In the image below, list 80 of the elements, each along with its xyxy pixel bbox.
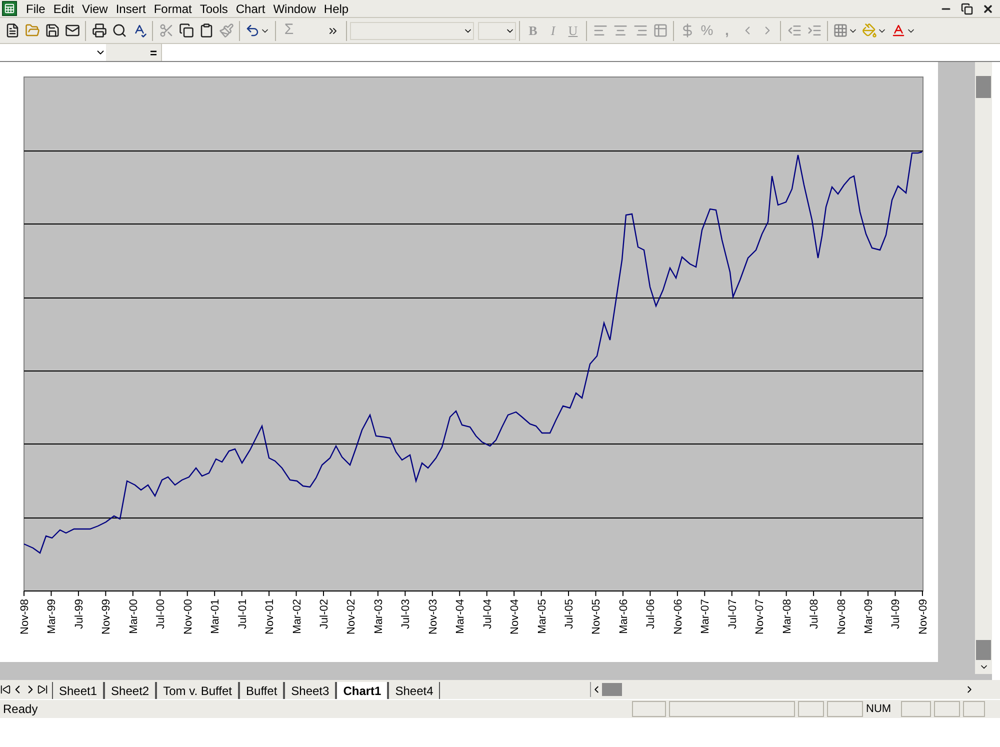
axis-label: Mar-02	[291, 599, 304, 634]
status-pane	[798, 701, 824, 717]
axis-label: Nov-06	[672, 599, 684, 634]
menu-item[interactable]: Tools	[196, 0, 232, 18]
menu-item[interactable]: Help	[320, 0, 353, 18]
status-pane	[827, 701, 863, 717]
menu-item[interactable]: Window	[269, 0, 320, 18]
fill-color-icon[interactable]	[862, 23, 877, 38]
sheet-tab[interactable]: Chart1	[336, 682, 388, 699]
menu-item[interactable]: File	[22, 0, 50, 18]
scroll-thumb[interactable]	[976, 76, 991, 98]
font-color-icon[interactable]	[891, 23, 906, 38]
menu-item[interactable]: View	[78, 0, 112, 18]
axis-label: Jul-09	[890, 599, 902, 629]
status-pane	[963, 701, 985, 717]
axis-label: Jul-04	[482, 599, 494, 629]
sheet-tab[interactable]: Tom v. Buffet	[156, 682, 240, 699]
formula-equals-sign: =	[150, 44, 157, 62]
menu-item[interactable]: Edit	[49, 0, 78, 18]
axis-label: Mar-99	[46, 599, 58, 634]
axis-label: Jul-06	[645, 599, 658, 629]
axis-label: Jul-99	[73, 599, 86, 629]
sheet-tab[interactable]: Sheet4	[388, 682, 440, 699]
axis-label: Nov-02	[346, 599, 358, 634]
paste-icon[interactable]	[198, 23, 214, 38]
copy-icon[interactable]	[178, 23, 194, 38]
restore-icon[interactable]	[961, 2, 973, 14]
axis-label: Nov-00	[182, 599, 194, 634]
folder-icon[interactable]	[24, 23, 40, 38]
vertical-scrollbar[interactable]	[975, 62, 992, 674]
axis-label: Nov-98	[19, 599, 31, 634]
axis-label: Nov-09	[917, 599, 930, 634]
axis-label: Mar-01	[210, 599, 222, 634]
axis-label: Mar-08	[781, 599, 794, 634]
axis-label: Jul-01	[236, 599, 249, 629]
undo-icon[interactable]	[245, 23, 260, 38]
num-lock-indicator: NUM	[866, 702, 892, 717]
axis-label: Nov-03	[427, 599, 440, 634]
menu-item[interactable]: Insert	[112, 0, 150, 18]
scroll-thumb[interactable]	[976, 640, 991, 660]
merge-cells-icon[interactable]	[652, 23, 668, 38]
axis-label: Nov-04	[509, 599, 522, 634]
axis-label: Mar-06	[618, 599, 630, 634]
axis-label: Jul-03	[400, 599, 412, 629]
axis-label: Jul-07	[726, 599, 739, 629]
axis-label: Nov-07	[754, 599, 766, 634]
menu-item[interactable]: Format	[150, 0, 196, 18]
axis-label: Jul-05	[564, 599, 576, 629]
print-icon[interactable]	[92, 23, 106, 38]
axis-label: Mar-03	[372, 599, 385, 634]
print-preview-icon[interactable]	[112, 23, 126, 38]
axis-label: Jul-02	[318, 599, 330, 629]
new-document-icon[interactable]	[4, 23, 20, 38]
axis-label: Nov-01	[264, 599, 276, 634]
save-icon[interactable]	[44, 23, 60, 38]
sheet-tab[interactable]: Sheet1	[52, 682, 104, 699]
mail-icon[interactable]	[64, 23, 80, 38]
excel-logo-icon	[2, 1, 17, 16]
menu-item[interactable]: Chart	[232, 0, 270, 18]
status-pane	[934, 701, 960, 717]
sheet-tab[interactable]: Sheet3	[284, 682, 336, 699]
axis-label: Nov-08	[836, 599, 848, 634]
status-pane	[901, 701, 931, 717]
axis-label: Mar-00	[128, 599, 140, 634]
axis-label: Jul-00	[155, 599, 168, 629]
axis-label: Nov-99	[100, 599, 113, 634]
axis-label: Jul-08	[808, 599, 821, 629]
axis-label: Mar-04	[454, 599, 467, 634]
sheet-tab[interactable]: Buffet	[239, 682, 284, 699]
scroll-thumb[interactable]	[602, 683, 622, 696]
axis-label: Mar-09	[863, 599, 875, 634]
axis-label: Mar-07	[700, 599, 712, 634]
last-sheet-icon[interactable]	[37, 684, 48, 695]
close-icon[interactable]	[982, 2, 994, 14]
sheet-tab[interactable]: Sheet2	[104, 682, 156, 699]
axis-label: Nov-05	[590, 599, 603, 634]
first-sheet-icon[interactable]	[0, 684, 11, 695]
status-pane	[632, 701, 666, 717]
axis-label: Mar-05	[536, 599, 548, 634]
status-text: Ready	[2, 701, 39, 718]
